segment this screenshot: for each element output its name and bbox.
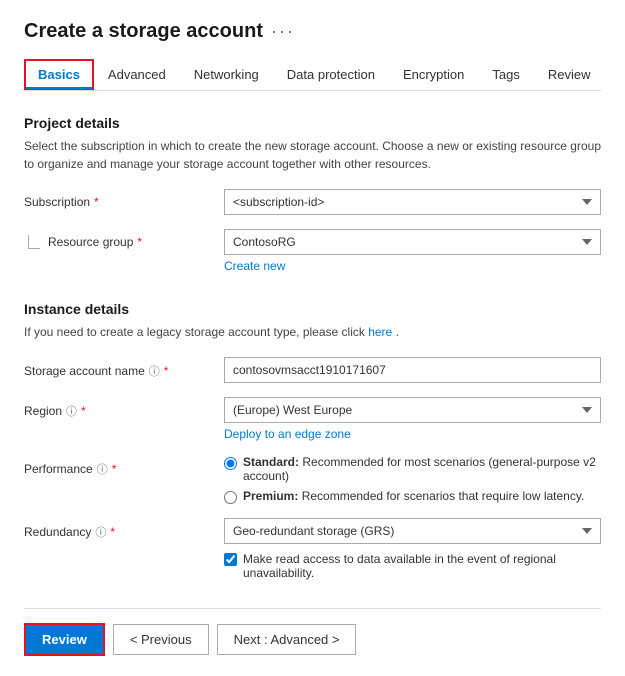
region-info-icon[interactable]: ⓘ bbox=[66, 403, 77, 419]
region-label: Region ⓘ * bbox=[24, 397, 224, 419]
performance-premium-radio[interactable] bbox=[224, 491, 237, 504]
storage-name-input[interactable] bbox=[224, 357, 601, 383]
region-control: (Europe) West Europe Deploy to an edge z… bbox=[224, 397, 601, 441]
title-menu-icon[interactable]: ··· bbox=[271, 21, 295, 42]
legacy-storage-link[interactable]: here bbox=[368, 325, 392, 339]
read-access-checkbox-row[interactable]: Make read access to data available in th… bbox=[224, 552, 601, 580]
performance-info-icon[interactable]: ⓘ bbox=[97, 461, 108, 477]
subscription-select[interactable]: <subscription-id> bbox=[224, 189, 601, 215]
storage-name-row: Storage account name ⓘ * bbox=[24, 357, 601, 383]
tab-basics[interactable]: Basics bbox=[24, 59, 94, 90]
performance-label: Performance ⓘ * bbox=[24, 455, 224, 477]
subscription-required: * bbox=[94, 195, 99, 209]
read-access-checkbox[interactable] bbox=[224, 553, 237, 566]
performance-standard-option[interactable]: Standard: Recommended for most scenarios… bbox=[224, 455, 601, 483]
redundancy-label: Redundancy ⓘ * bbox=[24, 518, 224, 540]
project-details-title: Project details bbox=[24, 115, 601, 131]
performance-standard-radio[interactable] bbox=[224, 457, 237, 470]
project-details-section: Project details Select the subscription … bbox=[24, 115, 601, 273]
tabs-row: Basics Advanced Networking Data protecti… bbox=[24, 59, 601, 91]
redundancy-row: Redundancy ⓘ * Geo-redundant storage (GR… bbox=[24, 518, 601, 580]
tab-encryption[interactable]: Encryption bbox=[389, 59, 478, 90]
footer-bar: Review < Previous Next : Advanced > bbox=[24, 608, 601, 656]
storage-name-info-icon[interactable]: ⓘ bbox=[149, 363, 160, 379]
deploy-edge-link[interactable]: Deploy to an edge zone bbox=[224, 427, 601, 441]
resource-group-label: Resource group * bbox=[24, 229, 224, 249]
performance-standard-label: Standard: bbox=[243, 455, 299, 469]
storage-name-control bbox=[224, 357, 601, 383]
indent-line bbox=[28, 235, 40, 249]
review-button[interactable]: Review bbox=[24, 623, 105, 656]
performance-control: Standard: Recommended for most scenarios… bbox=[224, 455, 601, 504]
region-select[interactable]: (Europe) West Europe bbox=[224, 397, 601, 423]
redundancy-select[interactable]: Geo-redundant storage (GRS) bbox=[224, 518, 601, 544]
page-title: Create a storage account bbox=[24, 20, 263, 43]
subscription-label: Subscription * bbox=[24, 189, 224, 209]
next-button[interactable]: Next : Advanced > bbox=[217, 624, 357, 655]
read-access-label: Make read access to data available in th… bbox=[243, 552, 601, 580]
resource-group-required: * bbox=[137, 235, 142, 249]
tab-tags[interactable]: Tags bbox=[478, 59, 533, 90]
instance-details-description: If you need to create a legacy storage a… bbox=[24, 323, 601, 341]
instance-details-title: Instance details bbox=[24, 301, 601, 317]
performance-premium-desc: Recommended for scenarios that require l… bbox=[302, 489, 585, 503]
subscription-row: Subscription * <subscription-id> bbox=[24, 189, 601, 215]
performance-premium-option[interactable]: Premium: Recommended for scenarios that … bbox=[224, 489, 601, 504]
tab-review[interactable]: Review bbox=[534, 59, 605, 90]
storage-name-required: * bbox=[164, 364, 169, 378]
resource-group-control: ContosoRG Create new bbox=[224, 229, 601, 273]
region-row: Region ⓘ * (Europe) West Europe Deploy t… bbox=[24, 397, 601, 441]
redundancy-info-icon[interactable]: ⓘ bbox=[95, 524, 106, 540]
tab-data-protection[interactable]: Data protection bbox=[273, 59, 389, 90]
performance-required: * bbox=[112, 462, 117, 476]
performance-radio-group: Standard: Recommended for most scenarios… bbox=[224, 455, 601, 504]
redundancy-required: * bbox=[110, 525, 115, 539]
subscription-control: <subscription-id> bbox=[224, 189, 601, 215]
tab-advanced[interactable]: Advanced bbox=[94, 59, 180, 90]
instance-details-section: Instance details If you need to create a… bbox=[24, 301, 601, 580]
performance-premium-label: Premium: bbox=[243, 489, 298, 503]
previous-button[interactable]: < Previous bbox=[113, 624, 209, 655]
resource-group-row: Resource group * ContosoRG Create new bbox=[24, 229, 601, 273]
project-details-description: Select the subscription in which to crea… bbox=[24, 137, 601, 173]
create-new-link[interactable]: Create new bbox=[224, 259, 601, 273]
resource-group-select[interactable]: ContosoRG bbox=[224, 229, 601, 255]
redundancy-control: Geo-redundant storage (GRS) Make read ac… bbox=[224, 518, 601, 580]
tab-networking[interactable]: Networking bbox=[180, 59, 273, 90]
storage-name-label: Storage account name ⓘ * bbox=[24, 357, 224, 379]
region-required: * bbox=[81, 404, 86, 418]
performance-row: Performance ⓘ * Standard: Recommended fo… bbox=[24, 455, 601, 504]
